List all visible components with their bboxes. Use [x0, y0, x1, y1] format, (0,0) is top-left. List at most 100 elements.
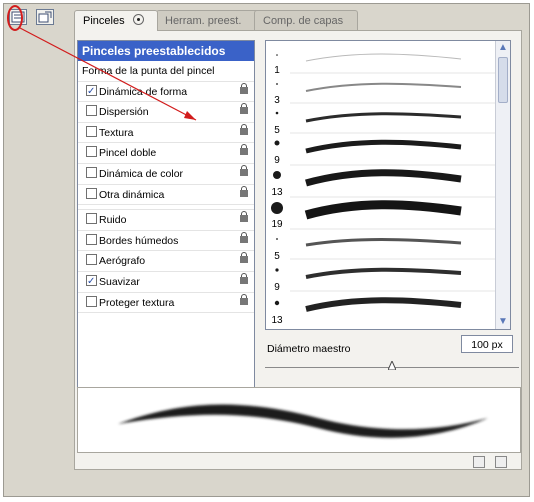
checkbox-protect-texture[interactable]: [86, 295, 97, 307]
lock-icon[interactable]: [240, 272, 248, 285]
brush-size-label: 13: [271, 315, 283, 326]
tab-tool-presets-label: Herram. preest.: [165, 15, 242, 27]
scroll-down-icon[interactable]: ▼: [496, 315, 510, 329]
option-label: Dinámica de forma: [99, 85, 188, 98]
tab-bar: Pinceles Herram. preest. Comp. de capas: [74, 10, 522, 31]
stroke-13b: [305, 297, 462, 312]
stroke-5: [305, 112, 462, 123]
brush-dot-9b: [275, 268, 279, 272]
checkbox-texture[interactable]: [86, 125, 97, 137]
option-label: Aerógrafo: [99, 255, 146, 268]
lock-icon[interactable]: [240, 82, 248, 95]
stroke-19: [304, 200, 462, 220]
stroke-3: [305, 82, 462, 92]
option-label: Dinámica de color: [99, 167, 184, 180]
brush-size-label: 9: [274, 282, 280, 293]
option-scattering[interactable]: Dispersión: [78, 102, 254, 123]
option-label: Suavizar: [99, 275, 140, 288]
checkbox-shape-dynamics[interactable]: [86, 82, 97, 102]
trash-icon[interactable]: [495, 456, 507, 468]
checkbox-scattering[interactable]: [86, 105, 97, 117]
brush-strokes: [271, 53, 498, 312]
option-color-dynamics[interactable]: Dinámica de color: [78, 164, 254, 185]
tip-shape-item[interactable]: Forma de la punta del pincel: [78, 61, 254, 82]
option-shape-dynamics[interactable]: Dinámica de forma: [78, 82, 254, 103]
brush-dot-13b: [274, 300, 280, 306]
option-label: Bordes húmedos: [99, 234, 179, 247]
brush-dot-1: [276, 54, 278, 56]
tab-brushes[interactable]: Pinceles: [74, 10, 158, 31]
stroke-9: [305, 139, 462, 154]
option-label: Otra dinámica: [99, 188, 165, 201]
lock-icon[interactable]: [240, 231, 248, 244]
brushes-panel: Pinceles preestablecidos Forma de la pun…: [74, 30, 522, 470]
brush-settings-list: Pinceles preestablecidos Forma de la pun…: [77, 40, 255, 402]
brush-dot-9: [274, 140, 280, 146]
lock-icon[interactable]: [240, 293, 248, 306]
lock-icon[interactable]: [240, 123, 248, 136]
lock-icon[interactable]: [240, 211, 248, 223]
option-other-dynamics[interactable]: Otra dinámica: [78, 185, 254, 206]
tab-menu-icon[interactable]: [132, 14, 144, 25]
stroke-9b: [305, 267, 462, 279]
brush-presets-header[interactable]: Pinceles preestablecidos: [78, 41, 254, 61]
option-protect-texture[interactable]: Proteger textura: [78, 293, 254, 314]
stroke-preview-graphic: [118, 404, 488, 438]
option-texture[interactable]: Textura: [78, 123, 254, 144]
new-brush-icon[interactable]: [473, 456, 485, 468]
checkbox-noise[interactable]: [86, 213, 97, 225]
brush-dot-5: [275, 111, 279, 115]
annotation-circle: [7, 5, 23, 31]
lock-icon[interactable]: [240, 252, 248, 264]
option-label: Ruido: [99, 214, 127, 227]
checkbox-dual-brush[interactable]: [86, 146, 97, 158]
tab-layer-comps-label: Comp. de capas: [263, 15, 344, 27]
lock-icon[interactable]: [240, 144, 248, 156]
brush-stroke-previews: [304, 53, 462, 312]
brush-size-label: 5: [274, 125, 280, 136]
checkbox-smoothing[interactable]: [86, 272, 97, 292]
option-dual-brush[interactable]: Pincel doble: [78, 143, 254, 164]
option-label: Textura: [99, 126, 134, 139]
option-airbrush[interactable]: Aerógrafo: [78, 251, 254, 272]
option-smoothing[interactable]: Suavizar: [78, 272, 254, 293]
stroke-5b: [305, 238, 462, 247]
tab-layer-comps[interactable]: Comp. de capas: [254, 10, 358, 30]
checkbox-wet-edges[interactable]: [86, 233, 97, 245]
tab-tool-presets[interactable]: Herram. preest.: [156, 10, 260, 30]
brush-size-label: 19: [271, 219, 283, 230]
stroke-13: [305, 169, 462, 187]
lock-icon[interactable]: [240, 185, 248, 198]
brush-size-label: 1: [274, 65, 280, 76]
brush-dot-13: [273, 171, 281, 179]
stroke-1: [305, 53, 462, 62]
brush-size-label: 3: [274, 95, 280, 106]
slider-thumb[interactable]: [388, 361, 396, 370]
brush-dot-5b: [276, 238, 278, 240]
dock-icon[interactable]: [36, 9, 54, 25]
master-diameter-label: Diámetro maestro: [267, 343, 351, 355]
brush-size-label: 13: [271, 187, 283, 198]
option-noise[interactable]: Ruido: [78, 210, 254, 231]
lock-icon[interactable]: [240, 164, 248, 177]
scroll-up-icon[interactable]: ▲: [496, 41, 510, 55]
brush-size-label: 9: [274, 155, 280, 166]
checkbox-other-dynamics[interactable]: [86, 187, 97, 199]
dock-glyph: [38, 11, 52, 23]
tab-brushes-label: Pinceles: [83, 15, 125, 27]
option-label: Dispersión: [99, 106, 149, 119]
checkbox-color-dynamics[interactable]: [86, 166, 97, 178]
brush-preset-list[interactable]: 1 3 5 9 13 19 5 9 13 ▲ ▼: [265, 40, 511, 330]
lock-icon[interactable]: [240, 103, 248, 115]
option-label: Pincel doble: [99, 147, 157, 160]
brush-dot-19: [271, 202, 283, 214]
option-wet-edges[interactable]: Bordes húmedos: [78, 231, 254, 252]
scroll-thumb[interactable]: [498, 57, 508, 103]
option-label: Proteger textura: [99, 296, 175, 309]
brush-dot-3: [276, 83, 278, 85]
brush-list-scrollbar[interactable]: ▲ ▼: [495, 41, 510, 329]
master-diameter-input[interactable]: 100 px: [461, 335, 513, 353]
stroke-preview: [77, 387, 521, 453]
brush-size-label: 5: [274, 251, 280, 262]
checkbox-airbrush[interactable]: [86, 254, 97, 266]
